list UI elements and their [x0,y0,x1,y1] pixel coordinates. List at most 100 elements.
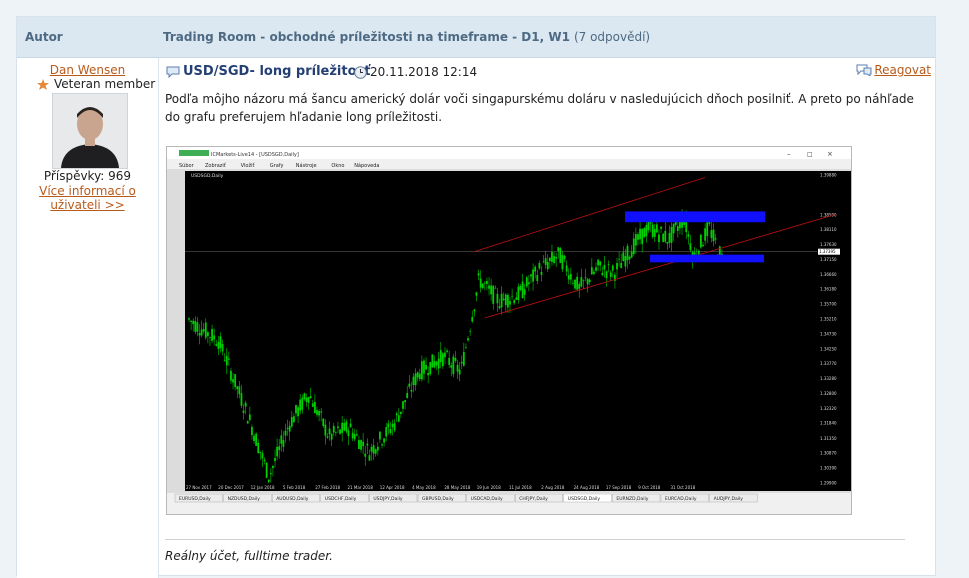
date-tick-4: 27 Feb 2018 [315,485,340,490]
candle-body [546,262,549,270]
candle-body [586,278,589,285]
candle-body [272,466,274,468]
candle-body [611,265,614,271]
candle-body [190,320,192,322]
candle-body [385,427,388,437]
candle-body [320,411,323,413]
candle-body [569,273,572,280]
candle-body [420,361,423,380]
candle-body [559,248,562,263]
candle-body [261,453,264,459]
candle-body [469,331,472,332]
clock-icon [354,66,367,79]
candle-body [599,261,602,266]
candle-body [366,443,369,446]
date-tick-15: 31 Oct 2018 [671,485,696,490]
candle-body [311,403,314,407]
candle-body [437,358,440,369]
candle-body [383,438,386,443]
price-tick-10: 1.34250 [820,346,837,351]
candle-body [418,373,421,379]
candle-body [509,301,511,305]
candle-body [360,440,362,450]
candle-body [238,386,241,395]
candle-body [605,271,608,279]
close-icon: × [827,150,833,158]
date-tick-7: 4 May 2018 [412,485,436,490]
candle-body [353,434,356,440]
candle-body [448,357,451,365]
candle-body [408,383,411,387]
candle-body [607,264,610,265]
candle-body [362,441,365,447]
metatrader-window: ICMarkets-Live14 - [USDSGD,Daily] – □ × Súbo… [167,147,851,514]
candle-body [471,317,474,322]
candle-body [498,306,501,309]
author-name-link[interactable]: Dan Wensen [17,63,158,77]
price-tick-19: 1.29900 [820,481,837,486]
candle-body [232,379,234,383]
candle-body [423,360,425,374]
candle-body [486,280,488,284]
candle-body [244,402,247,407]
candle-body [410,389,413,392]
candle-body [511,295,513,297]
candle-body [435,361,438,366]
candle-body [274,458,276,462]
candle-body [198,332,201,336]
price-tick-12: 1.33280 [820,376,837,381]
candle-body [255,433,258,446]
candle-body [563,255,566,260]
candle-body [276,446,279,457]
candle-body [624,255,627,267]
candle-body [666,241,669,244]
candle-body [206,332,209,337]
candle-body [240,393,243,406]
chart-screenshot: ICMarkets-Live14 - [USDSGD,Daily] – □ × Súbo… [166,146,852,515]
menu-item-4: Nástroje [296,162,317,169]
user-info-link[interactable]: Více informací o uživateli >> [17,184,158,212]
candle-body [414,373,417,386]
candle-body [588,279,591,283]
candle-body [622,252,625,261]
candle-body [345,421,348,432]
candle-body [290,417,293,427]
candle-body [322,418,325,426]
candle-body [192,320,195,325]
candle-body [230,370,232,381]
candle-body [658,234,660,243]
candle-body [517,286,520,300]
reply-label[interactable]: Reagovat [874,63,931,77]
chart-tab-label-11: AUDJPY,Daily [714,496,744,502]
candle-body [542,261,545,263]
candle-body [379,431,381,440]
candle-body [223,359,226,361]
candle-body [496,293,499,304]
chart-tab-label-0: EURUSD,Daily [179,496,211,502]
price-tick-2: 1.38110 [820,227,837,232]
candle-body [710,230,713,238]
author-rank: Veteran member [54,77,156,91]
candle-body [504,294,507,306]
candle-body [284,430,287,436]
candle-body [515,297,518,300]
candle-body [687,234,690,237]
candle-body [215,344,218,346]
candle-body [706,222,709,237]
candle-body [490,285,493,295]
topic-heading: Trading Room - obchodné príležitosti na … [163,30,650,44]
candle-body [446,350,448,352]
price-tick-8: 1.35210 [820,317,837,322]
candle-body [400,411,402,414]
candle-body [601,272,604,276]
support-zone [650,254,764,263]
candle-body [693,252,696,255]
candle-body [481,283,484,289]
price-tick-4: 1.37150 [820,257,837,262]
chart-tab-label-9: EURNZD,Daily [616,496,648,502]
reply-button[interactable]: Reagovat [856,63,931,77]
menu-item-6: Nápoveda [354,162,379,169]
reply-count: (7 odpovědí) [573,30,651,44]
price-tick-9: 1.34730 [820,331,837,336]
candle-body [700,234,702,248]
